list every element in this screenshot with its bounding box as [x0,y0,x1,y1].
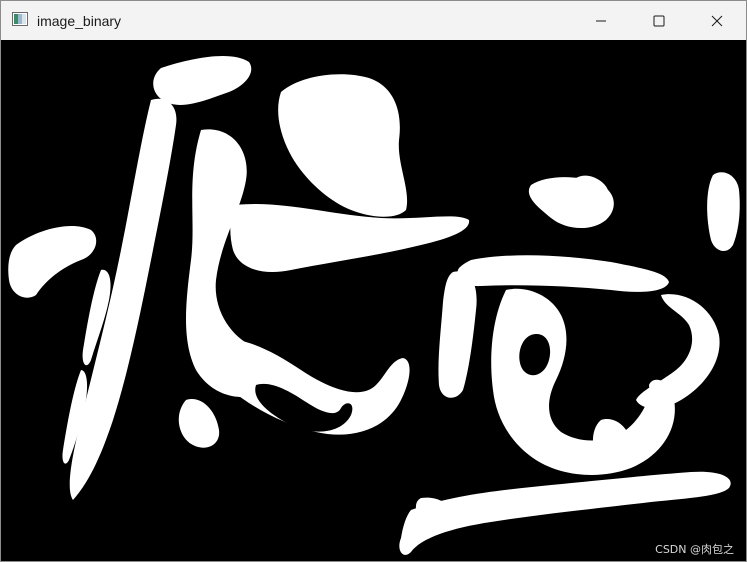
app-icon [12,12,28,26]
binary-calligraphy-image [1,40,746,561]
close-icon [711,15,723,26]
maximize-icon [653,15,665,26]
minimize-button[interactable] [572,1,630,40]
maximize-button[interactable] [630,1,688,40]
watermark-text: CSDN @肉包之 [655,543,734,556]
window-title: image_binary [37,13,122,29]
title-bar[interactable]: image_binary [1,1,746,40]
image-canvas: CSDN @肉包之 [1,40,746,561]
app-window: image_binary CSDN @肉包之 [0,0,747,562]
minimize-icon [596,20,606,21]
close-button[interactable] [688,1,746,40]
